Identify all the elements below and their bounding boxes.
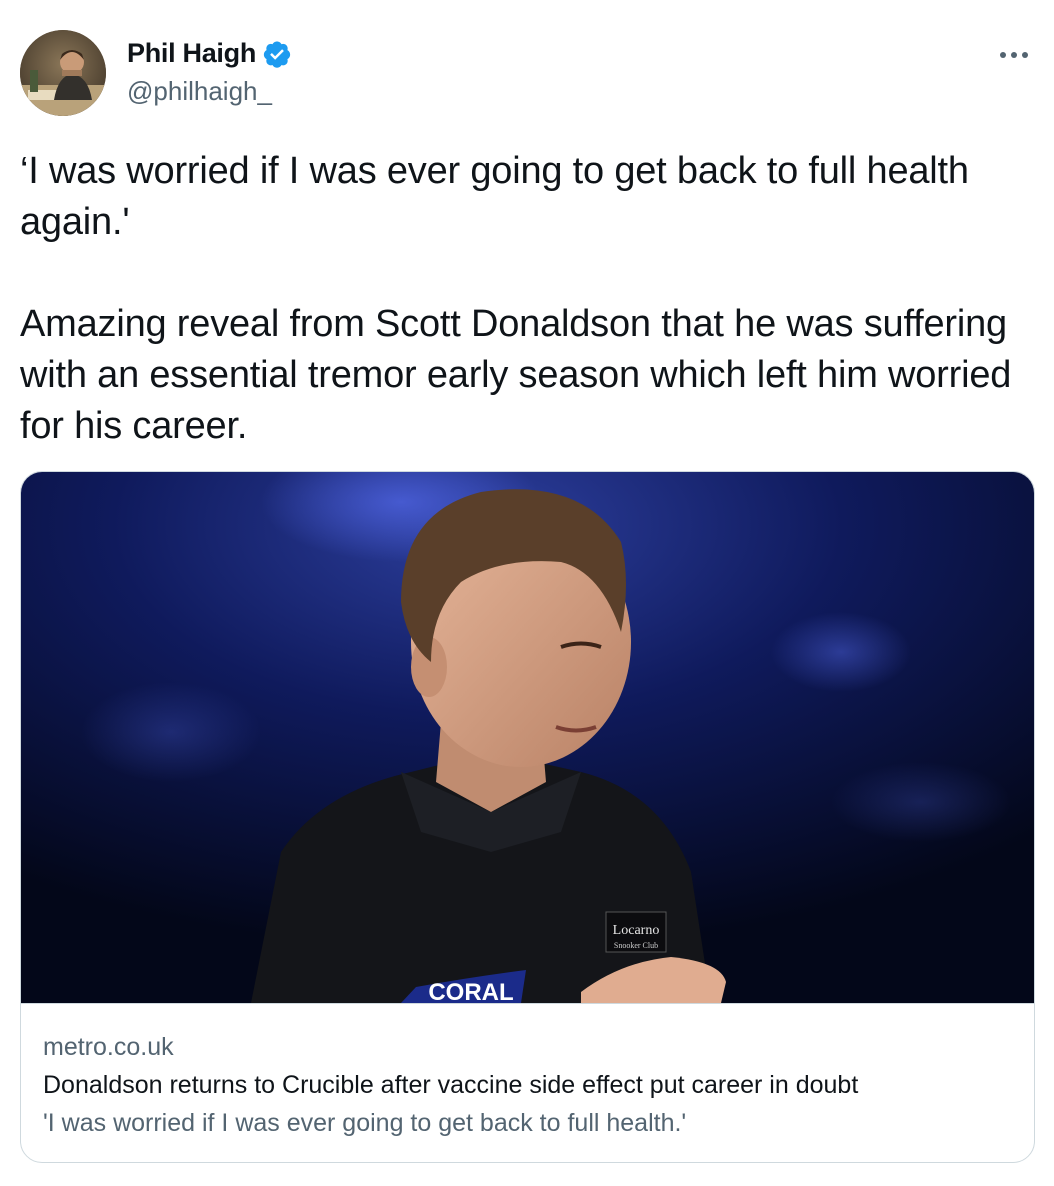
card-image[interactable]: Locarno Snooker Club CORAL	[21, 472, 1035, 1003]
sponsor-banner-text: CORAL	[428, 979, 513, 1003]
author-name-row[interactable]: Phil Haigh	[127, 38, 292, 69]
display-name[interactable]: Phil Haigh	[127, 38, 256, 69]
tweet-text: ‘I was worried if I was ever going to ge…	[20, 146, 1030, 452]
card-meta[interactable]: metro.co.uk Donaldson returns to Crucibl…	[21, 1003, 1034, 1162]
more-horizontal-icon[interactable]	[994, 40, 1034, 70]
avatar[interactable]	[20, 30, 106, 116]
tweet-paragraph: ‘I was worried if I was ever going to ge…	[20, 150, 969, 243]
shirt-badge-text: Locarno	[613, 923, 660, 938]
verified-badge-icon	[262, 39, 292, 69]
tweet-paragraph: Amazing reveal from Scott Donaldson that…	[20, 303, 1012, 447]
author-handle[interactable]: @philhaigh_	[127, 76, 272, 107]
card-domain: metro.co.uk	[43, 1033, 174, 1061]
avatar-image	[20, 30, 106, 116]
card-title: Donaldson returns to Crucible after vacc…	[43, 1071, 859, 1099]
link-card[interactable]: Locarno Snooker Club CORAL metro.co.uk D…	[20, 471, 1035, 1163]
shirt-badge-subtext: Snooker Club	[614, 941, 658, 950]
card-description: 'I was worried if I was ever going to ge…	[43, 1109, 687, 1137]
